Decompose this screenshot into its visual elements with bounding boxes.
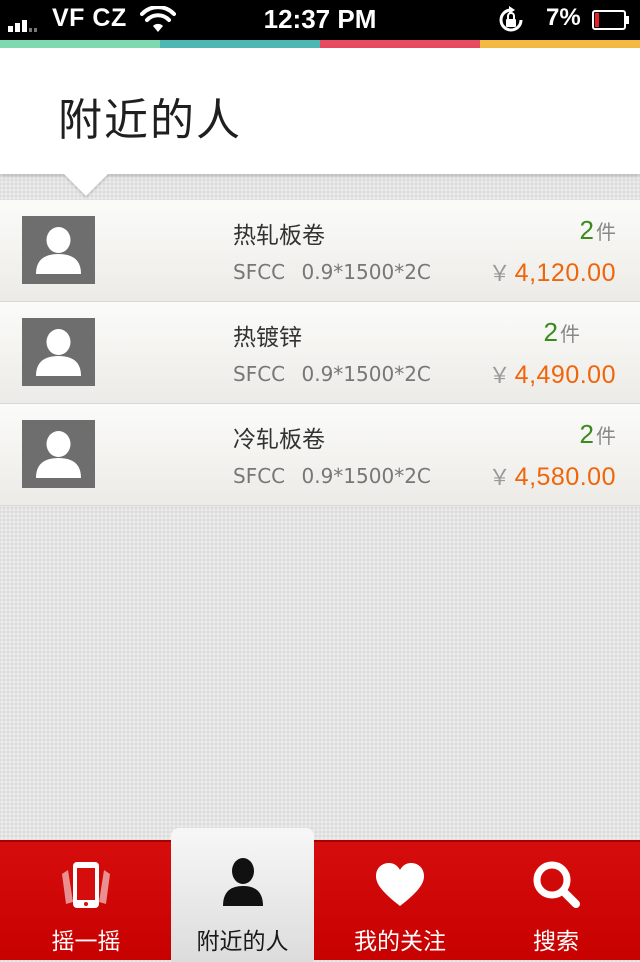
avatar-icon (22, 318, 95, 386)
item-name: 热轧板卷 (233, 223, 325, 249)
price-amount: 4,490.00 (514, 361, 616, 389)
item-name: 冷轧板卷 (233, 427, 325, 453)
item-price: ￥ 4,580.00 (489, 460, 616, 492)
tab-label: 我的关注 (354, 929, 446, 955)
quantity-unit: 件 (596, 220, 616, 244)
avatar-icon (22, 216, 95, 284)
item-dimensions: 0.9*1500*2C (301, 260, 431, 284)
item-quantity: 2件 (544, 317, 580, 348)
item-quantity: 2件 (580, 419, 616, 450)
item-brand: SFCC (233, 464, 286, 488)
color-stripe (0, 40, 640, 48)
quantity-unit: 件 (596, 424, 616, 448)
item-brand: SFCC (233, 260, 286, 284)
price-amount: 4,120.00 (514, 259, 616, 287)
heart-icon (376, 863, 424, 906)
tab-label: 附近的人 (196, 929, 289, 955)
currency-symbol: ￥ (488, 466, 511, 491)
quantity-value: 2 (579, 215, 594, 245)
tab-bar: 摇一摇 附近的人 我的关注 搜索 (0, 828, 640, 962)
item-spec: SFCC 0.9*1500*2C (233, 464, 431, 488)
item-name: 热镀锌 (233, 325, 302, 351)
nearby-list: 热轧板卷 SFCC 0.9*1500*2C 2件 ￥ 4,120.00 热镀锌 S… (0, 200, 640, 506)
rotation-lock-icon (499, 6, 523, 32)
tab-nearby[interactable]: 附近的人 (171, 828, 314, 962)
tab-label: 摇一摇 (51, 929, 121, 955)
stripe-segment (160, 40, 320, 48)
stripe-segment (0, 40, 160, 48)
quantity-value: 2 (543, 317, 558, 347)
tab-label: 搜索 (533, 929, 579, 955)
item-quantity: 2件 (580, 215, 616, 246)
currency-symbol: ￥ (488, 262, 511, 287)
item-dimensions: 0.9*1500*2C (301, 464, 431, 488)
list-item[interactable]: 冷轧板卷 SFCC 0.9*1500*2C 2件 ￥ 4,580.00 (0, 404, 640, 506)
item-spec: SFCC 0.9*1500*2C (233, 362, 431, 386)
search-icon (533, 861, 580, 908)
item-brand: SFCC (233, 362, 286, 386)
item-price: ￥ 4,490.00 (489, 358, 616, 390)
battery-percentage: 7% (546, 4, 581, 31)
header-pointer (64, 174, 108, 196)
status-bar: VF CZ 12:37 PM 7% (0, 0, 640, 40)
avatar-icon (22, 420, 95, 488)
item-dimensions: 0.9*1500*2C (301, 362, 431, 386)
item-spec: SFCC 0.9*1500*2C (233, 260, 431, 284)
list-item[interactable]: 热镀锌 SFCC 0.9*1500*2C 2件 ￥ 4,490.00 (0, 302, 640, 404)
list-item[interactable]: 热轧板卷 SFCC 0.9*1500*2C 2件 ￥ 4,120.00 (0, 200, 640, 302)
status-time: 12:37 PM (263, 4, 377, 34)
quantity-unit: 件 (560, 322, 580, 346)
tab-search[interactable]: 搜索 (478, 842, 634, 962)
phone-shake-icon (62, 862, 110, 908)
quantity-value: 2 (579, 419, 594, 449)
stripe-segment (320, 40, 480, 48)
battery-icon (592, 10, 629, 30)
currency-symbol: ￥ (488, 364, 511, 389)
page-header: 附近的人 (0, 48, 640, 174)
stripe-segment (480, 40, 640, 48)
person-icon (222, 858, 263, 906)
tab-following[interactable]: 我的关注 (322, 842, 478, 962)
price-amount: 4,580.00 (514, 463, 616, 491)
tab-shake[interactable]: 摇一摇 (8, 842, 164, 962)
page-title: 附近的人 (58, 95, 242, 146)
item-price: ￥ 4,120.00 (489, 256, 616, 288)
